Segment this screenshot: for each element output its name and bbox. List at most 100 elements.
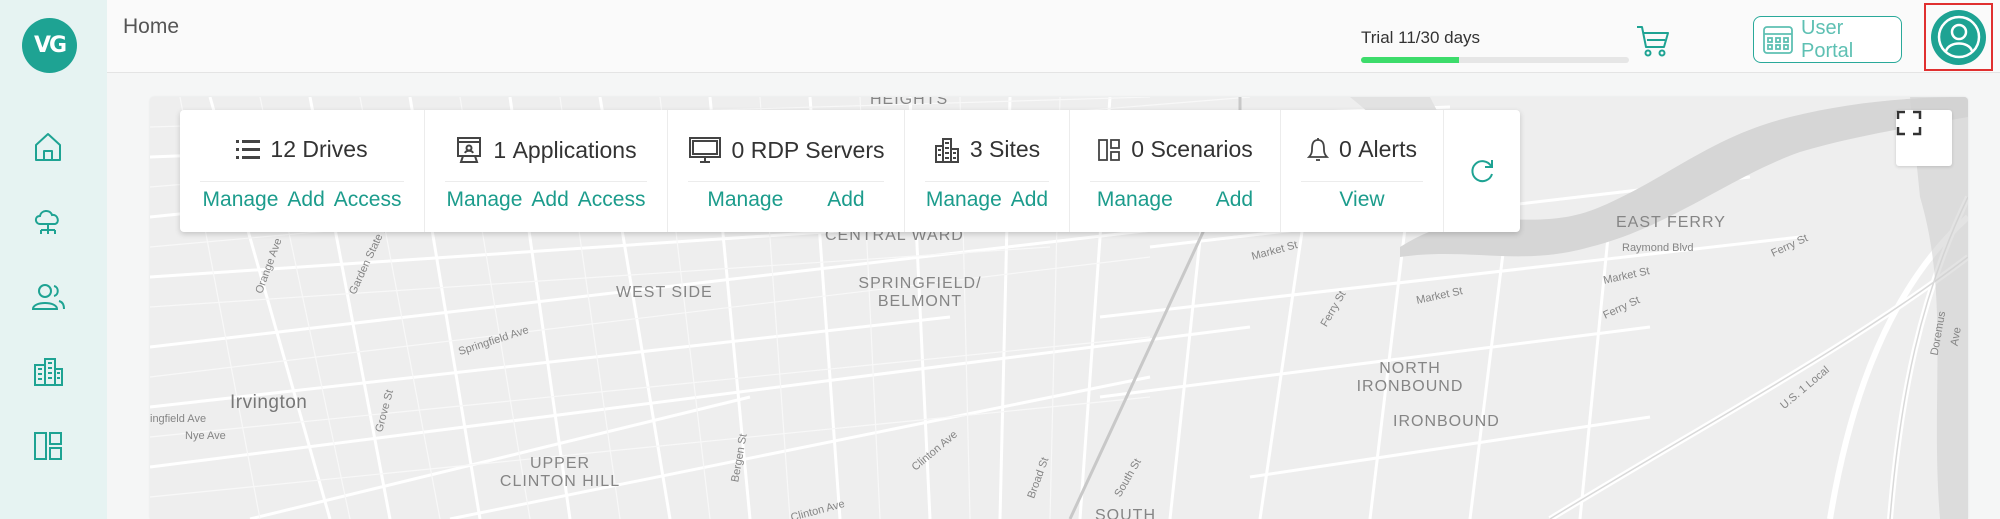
top-bar: Home Trial 11/30 days User Portal	[107, 0, 2000, 73]
divider	[445, 181, 647, 182]
stat-scenarios-header: 0 Scenarios	[1070, 136, 1280, 163]
logo-text: VG	[33, 33, 67, 58]
map-label-clinton-hill: CLINTON HILL	[499, 473, 621, 490]
stat-drives-header: 12 Drives	[180, 136, 424, 163]
stat-scenarios-value: 0	[1131, 136, 1145, 162]
stat-rdp-servers-actions: Manage Add	[668, 188, 904, 212]
buildings-icon	[34, 358, 63, 386]
sidebar-item-home[interactable]	[28, 127, 68, 167]
alerts-view-link[interactable]: View	[1339, 188, 1384, 212]
divider	[688, 181, 884, 182]
divider	[200, 181, 404, 182]
user-portal-button[interactable]: User Portal	[1753, 16, 1902, 63]
trial-progress-bar	[1361, 57, 1629, 63]
home-icon	[35, 133, 61, 161]
map-label-ironbound: IRONBOUND	[1393, 413, 1500, 430]
applications-access-link[interactable]: Access	[578, 188, 646, 212]
stat-sites-header: 3 Sites	[905, 136, 1069, 163]
layout-icon	[1098, 138, 1121, 161]
users-icon	[31, 284, 65, 310]
stat-alerts-actions: View	[1281, 188, 1443, 212]
map-label-irvington: Irvington	[230, 392, 308, 413]
stat-applications: 1 Applications Manage Add Access	[425, 110, 668, 232]
drives-manage-link[interactable]: Manage	[203, 188, 279, 212]
scenarios-manage-link[interactable]: Manage	[1097, 188, 1173, 212]
stat-scenarios-label: Scenarios	[1150, 136, 1253, 162]
map-label-belmont: BELMONT	[877, 293, 963, 310]
map-label-upper-clinton-hill: UPPER CLINTON HILL	[490, 455, 630, 491]
building-icon	[934, 137, 959, 163]
sidebar-item-scenarios[interactable]	[28, 426, 68, 466]
sidebar-item-cloud[interactable]	[28, 201, 68, 241]
sites-add-link[interactable]: Add	[1011, 188, 1048, 212]
sidebar: VG	[0, 0, 107, 519]
drives-access-link[interactable]: Access	[334, 188, 402, 212]
stat-rdp-servers-header: 0 RDP Servers	[668, 136, 904, 164]
dashboard-layout-icon	[34, 432, 62, 460]
trial-status: Trial 11/30 days	[1361, 28, 1629, 63]
trial-progress-fill	[1361, 57, 1460, 63]
stat-sites-actions: Manage Add	[905, 188, 1069, 212]
refresh-button[interactable]	[1444, 110, 1520, 232]
map-label-ironbound-north: IRONBOUND	[1356, 378, 1464, 395]
map-label-north-ironbound: NORTH IRONBOUND	[1340, 360, 1480, 396]
scenarios-add-link[interactable]: Add	[1216, 188, 1253, 212]
stat-alerts-value: 0	[1339, 136, 1352, 162]
rdp-servers-manage-link[interactable]: Manage	[707, 188, 783, 212]
user-avatar-button[interactable]	[1924, 3, 1993, 71]
app-grid-icon	[1763, 25, 1793, 54]
stat-sites-label: Sites	[989, 136, 1041, 162]
stat-drives: 12 Drives Manage Add Access	[180, 110, 425, 232]
user-portal-label: User Portal	[1801, 16, 1854, 62]
stat-scenarios: 0 Scenarios Manage Add	[1070, 110, 1281, 232]
sites-manage-link[interactable]: Manage	[926, 188, 1002, 212]
stat-drives-label: Drives	[302, 136, 368, 162]
map-label-south: SOUTH	[1095, 507, 1156, 519]
street-nye-ave: Nye Ave	[185, 430, 226, 442]
refresh-icon	[1471, 160, 1493, 183]
stat-drives-actions: Manage Add Access	[180, 188, 424, 212]
stat-applications-actions: Manage Add Access	[425, 188, 667, 212]
applications-manage-link[interactable]: Manage	[447, 188, 523, 212]
stats-panel: 12 Drives Manage Add Access 1 Applicatio…	[180, 110, 1520, 232]
map-label-heights: HEIGHTS	[870, 97, 949, 108]
fullscreen-icon	[1896, 110, 1922, 136]
sidebar-item-sites[interactable]	[28, 351, 68, 391]
map-label-north: NORTH	[1379, 360, 1441, 377]
map-label-west-side: WEST SIDE	[616, 284, 713, 301]
map-label-upper: UPPER	[529, 455, 591, 472]
stat-alerts-label: Alerts	[1358, 136, 1417, 162]
map-label-springfield: SPRINGFIELD/	[858, 275, 982, 292]
stat-rdp-servers-label: RDP Servers	[750, 136, 885, 163]
stat-drives-value: 12	[270, 136, 297, 162]
street-raymond-blvd: Raymond Blvd	[1622, 242, 1694, 254]
stat-sites: 3 Sites Manage Add	[905, 110, 1070, 232]
stat-alerts-header: 0 Alerts	[1281, 136, 1443, 163]
stat-rdp-servers-value: 0	[731, 136, 745, 163]
applications-add-link[interactable]: Add	[531, 188, 568, 212]
monitor-icon	[688, 137, 721, 163]
stat-scenarios-actions: Manage Add	[1070, 188, 1280, 212]
stat-sites-value: 3	[969, 136, 983, 162]
divider	[1301, 181, 1423, 182]
street-doremus-ave: Doremus Ave	[1928, 310, 1964, 357]
stat-applications-value: 1	[493, 136, 507, 163]
app-logo[interactable]: VG	[22, 18, 77, 73]
list-icon	[236, 139, 261, 159]
divider	[925, 181, 1049, 182]
cart-icon[interactable]	[1634, 22, 1672, 60]
rdp-servers-add-link[interactable]: Add	[827, 188, 864, 212]
trial-label: Trial 11/30 days	[1361, 28, 1481, 47]
drives-add-link[interactable]: Add	[287, 188, 324, 212]
fullscreen-button[interactable]	[1896, 110, 1952, 166]
user-icon	[1937, 15, 1980, 59]
sidebar-item-users[interactable]	[28, 277, 68, 317]
map-label-east-ferry: EAST FERRY	[1616, 214, 1726, 231]
app-window-icon	[457, 137, 482, 163]
cloud-network-icon	[34, 210, 59, 234]
map-label-springfield-belmont: SPRINGFIELD/BELMONT	[850, 275, 990, 311]
divider	[1090, 181, 1260, 182]
page-title: Home	[123, 15, 180, 38]
stat-rdp-servers: 0 RDP Servers Manage Add	[668, 110, 905, 232]
avatar	[1931, 9, 1986, 65]
